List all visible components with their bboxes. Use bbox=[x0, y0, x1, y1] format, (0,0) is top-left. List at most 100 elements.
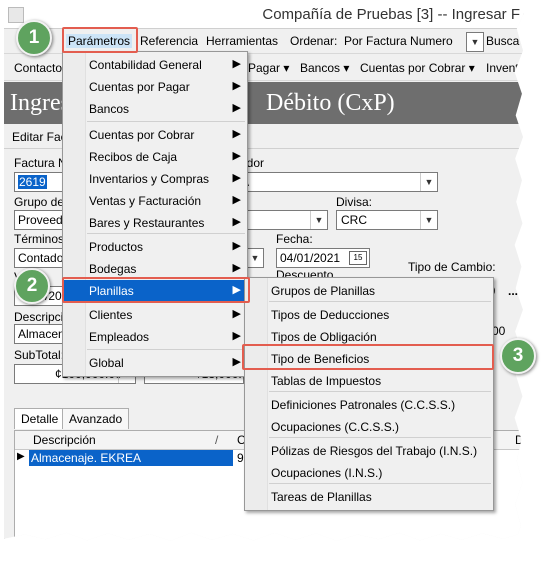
toolbar-cuentas-cobrar[interactable]: Cuentas por Cobrar ▾ bbox=[360, 61, 475, 75]
menu-item-ventas-y-facturaci-n[interactable]: Ventas y Facturación ▶ bbox=[63, 190, 247, 212]
menu-item-bares-y-restaurantes[interactable]: Bares y Restaurantes ▶ bbox=[63, 212, 247, 234]
submenu-item-p-lizas-de-riesgos-del-trabajo-i-n-s-[interactable]: Pólizas de Riesgos del Trabajo (I.N.S.) bbox=[245, 440, 493, 462]
submenu-item-label: Tareas de Planillas bbox=[271, 490, 372, 504]
partial-value-right: 00 bbox=[492, 324, 506, 338]
menu-item-label: Ventas y Facturación bbox=[89, 194, 202, 208]
app-window: Compañía de Pruebas [3] -- Ingresar F al… bbox=[4, 2, 524, 541]
submenu-arrow-icon: ▶ bbox=[232, 80, 241, 92]
submenu-arrow-icon: ▶ bbox=[232, 262, 241, 274]
menu-herramientas[interactable]: Herramientas bbox=[206, 34, 278, 48]
menu-item-cuentas-por-cobrar[interactable]: Cuentas por Cobrar ▶ bbox=[63, 124, 247, 146]
submenu-item-tareas-de-planillas[interactable]: Tareas de Planillas bbox=[245, 486, 493, 508]
submenu-arrow-icon: ▶ bbox=[232, 128, 241, 140]
menu-separator bbox=[87, 121, 245, 122]
submenu-item-definiciones-patronales-c-c-s-s-[interactable]: Definiciones Patronales (C.C.S.S.) bbox=[245, 394, 493, 416]
toolbar-pagar[interactable]: Pagar ▾ bbox=[248, 61, 289, 75]
chevron-down-icon: ▼ bbox=[420, 211, 437, 229]
divisa-value: CRC bbox=[341, 213, 367, 227]
divisa-dropdown[interactable]: CRC ▼ bbox=[336, 210, 438, 230]
row-descripcion[interactable]: Almacenaje. EKREA bbox=[29, 450, 233, 466]
menu-referencia[interactable]: Referencia bbox=[140, 34, 198, 48]
menu-item-label: Productos bbox=[89, 240, 144, 254]
submenu-arrow-icon: ▶ bbox=[232, 216, 241, 228]
callout-parametros bbox=[62, 27, 138, 53]
busca-menu[interactable]: Busca bbox=[486, 34, 519, 48]
tab-avanzado[interactable]: Avanzado bbox=[62, 408, 130, 429]
fecha-label: Fecha: bbox=[276, 232, 313, 246]
title-bar: Compañía de Pruebas [3] -- Ingresar F bbox=[4, 2, 524, 29]
menu-item-bancos[interactable]: Bancos ▶ bbox=[63, 98, 247, 120]
divisa-label: Divisa: bbox=[336, 195, 373, 209]
menu-item-cuentas-por-pagar[interactable]: Cuentas por Pagar ▶ bbox=[63, 76, 247, 98]
callout-tipo-beneficios bbox=[242, 344, 494, 370]
menu-item-inventarios-y-compras[interactable]: Inventarios y Compras ▶ bbox=[63, 168, 247, 190]
menu-item-contabilidad-general[interactable]: Contabilidad General ▶ bbox=[63, 54, 247, 76]
submenu-item-label: Ocupaciones (C.C.S.S.) bbox=[271, 420, 400, 434]
terminos-field[interactable]: Contado bbox=[14, 248, 68, 268]
menu-separator bbox=[87, 349, 245, 350]
toolbar-bancos[interactable]: Bancos ▾ bbox=[300, 61, 349, 75]
ordenar-label: Ordenar: bbox=[290, 34, 338, 48]
menu-item-empleados[interactable]: Empleados ▶ bbox=[63, 326, 247, 348]
terminos-value: Contado bbox=[18, 251, 64, 265]
grupo-dropdown[interactable]: ▼ bbox=[236, 210, 328, 230]
toolbar-inventarios[interactable]: Inventari bbox=[486, 61, 524, 75]
submenu-item-ocupaciones-i-n-s-[interactable]: Ocupaciones (I.N.S.) bbox=[245, 462, 493, 484]
more-icon[interactable]: ... bbox=[508, 284, 518, 298]
submenu-arrow-icon: ▶ bbox=[232, 58, 241, 70]
fecha-field[interactable]: 04/01/2021 15 bbox=[276, 248, 370, 268]
submenu-item-label: Pólizas de Riesgos del Trabajo (I.N.S.) bbox=[271, 444, 478, 458]
grupo-field[interactable]: Proveedo bbox=[14, 210, 69, 230]
menu-item-label: Cuentas por Pagar bbox=[89, 80, 190, 94]
step-badge-3: 3 bbox=[500, 338, 536, 374]
menu-item-label: Bodegas bbox=[89, 262, 137, 276]
menu-item-global[interactable]: Global ▶ bbox=[63, 352, 247, 374]
menu-item-productos[interactable]: Productos ▶ bbox=[63, 236, 247, 258]
chevron-down-icon: ▼ bbox=[310, 211, 327, 229]
menu-item-clientes[interactable]: Clientes ▶ bbox=[63, 304, 247, 326]
submenu-item-grupos-de-planillas[interactable]: Grupos de Planillas bbox=[245, 280, 493, 302]
toolbar-bancos-label: Bancos bbox=[300, 61, 341, 75]
subtotal-label: SubTotal: bbox=[14, 348, 65, 362]
submenu-arrow-icon: ▶ bbox=[232, 356, 241, 368]
submenu-arrow-icon: ▶ bbox=[232, 194, 241, 206]
menu-item-label: Global bbox=[89, 356, 124, 370]
menu-item-label: Inventarios y Compras bbox=[89, 172, 210, 186]
row-pointer-icon: ▶ bbox=[17, 451, 25, 462]
submenu-item-tipos-de-deducciones[interactable]: Tipos de Deducciones bbox=[245, 304, 493, 326]
col-d[interactable]: D bbox=[515, 433, 524, 447]
chevron-down-icon: ▼ bbox=[246, 249, 263, 267]
sort-icon: / bbox=[215, 433, 219, 447]
factura-field[interactable]: 2619 bbox=[14, 172, 68, 192]
submenu-item-label: Ocupaciones (I.N.S.) bbox=[271, 466, 383, 480]
step-badge-1: 1 bbox=[16, 20, 52, 56]
proveedor-dropdown[interactable]: A ▼ bbox=[236, 172, 438, 192]
menu-item-label: Bares y Restaurantes bbox=[89, 216, 205, 230]
descripcion-field[interactable]: Almacena bbox=[14, 324, 71, 344]
ordenar-dropdown[interactable]: ▼ bbox=[466, 32, 484, 52]
tab-detalle[interactable]: Detalle bbox=[14, 408, 66, 429]
app-icon bbox=[8, 7, 24, 23]
submenu-arrow-icon: ▶ bbox=[232, 308, 241, 320]
toolbar-pagar-label: Pagar bbox=[248, 61, 281, 75]
planillas-submenu: Grupos de Planillas Tipos de Deducciones T… bbox=[244, 277, 494, 511]
menu-item-label: Recibos de Caja bbox=[89, 150, 178, 164]
toolbar-cuentas-cobrar-label: Cuentas por Cobrar bbox=[360, 61, 466, 75]
terminos-label: Términos: bbox=[14, 232, 68, 246]
menu-item-label: Cuentas por Cobrar bbox=[89, 128, 195, 142]
banner-title-right: Débito (CxP) bbox=[266, 90, 395, 116]
submenu-item-tablas-de-impuestos[interactable]: Tablas de Impuestos bbox=[245, 370, 493, 392]
col-descripcion[interactable]: Descripción bbox=[33, 433, 96, 447]
submenu-arrow-icon: ▶ bbox=[232, 150, 241, 162]
toolbar-contacto[interactable]: Contacto bbox=[14, 61, 62, 75]
submenu-item-label: Definiciones Patronales (C.C.S.S.) bbox=[271, 398, 456, 412]
window-title: Compañía de Pruebas [3] -- Ingresar F bbox=[262, 6, 520, 23]
menu-item-label: Contabilidad General bbox=[89, 58, 202, 72]
ordenar-value[interactable]: Por Factura Numero bbox=[344, 34, 453, 48]
submenu-item-label: Grupos de Planillas bbox=[271, 284, 376, 298]
fecha-value: 04/01/2021 bbox=[280, 251, 341, 265]
menu-item-recibos-de-caja[interactable]: Recibos de Caja ▶ bbox=[63, 146, 247, 168]
calendar-icon[interactable]: 15 bbox=[349, 251, 367, 265]
factura-value: 2619 bbox=[18, 175, 47, 189]
submenu-item-ocupaciones-c-c-s-s-[interactable]: Ocupaciones (C.C.S.S.) bbox=[245, 416, 493, 438]
